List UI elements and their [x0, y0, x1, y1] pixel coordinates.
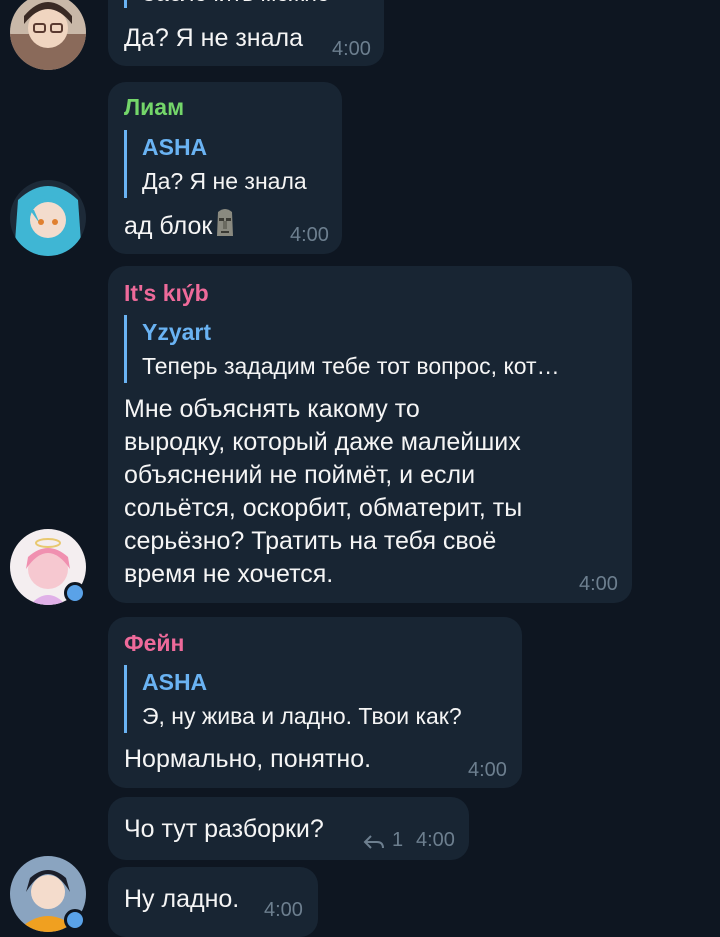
moai-icon: [214, 208, 236, 247]
message-line: серьёзно? Тратить на тебя своё: [124, 527, 497, 555]
message-line: выродку, который даже малейших: [124, 428, 521, 456]
message-text: Мне объяснять какому то выродку, который…: [124, 393, 522, 591]
online-indicator: [64, 582, 86, 604]
message-text: Нормально, понятно.: [124, 745, 372, 773]
message-line: время не хочется.: [124, 560, 334, 588]
message-line: объяснений не поймёт, и если: [124, 461, 476, 489]
message-bubble[interactable]: Ну ладно. 4:00: [108, 867, 318, 937]
message-time: 4:00: [468, 759, 507, 781]
message-time: 4:00: [332, 38, 371, 60]
sender-name[interactable]: Лиам: [124, 94, 184, 121]
sender-name[interactable]: It's kıýb: [124, 280, 209, 307]
message-bubble[interactable]: Заблочить можно Да? Я не знала 4:00: [108, 0, 384, 66]
message-text: Ну ладно.: [124, 885, 240, 913]
reply-quote[interactable]: Заблочить можно: [124, 0, 330, 8]
message-bubble[interactable]: Фейн ASHA Э, ну жива и ладно. Твои как? …: [108, 617, 522, 788]
reply-quote[interactable]: ASHA Да? Я не знала: [124, 130, 307, 198]
message-bubble[interactable]: Лиам ASHA Да? Я не знала ад блок 4:00: [108, 82, 342, 254]
message-bubble[interactable]: It's kıýb Yzyart Теперь зададим тебе тот…: [108, 266, 632, 603]
online-indicator: [64, 909, 86, 931]
reply-sender: Yzyart: [142, 319, 212, 345]
message-time: 4:00: [290, 224, 329, 246]
reply-text: Да? Я не знала: [142, 168, 307, 194]
sender-name[interactable]: Фейн: [124, 630, 184, 657]
message-time: 4:00: [416, 829, 455, 851]
reply-quote[interactable]: ASHA Э, ну жива и ладно. Твои как?: [124, 665, 462, 733]
reply-text: Теперь зададим тебе тот вопрос, кот…: [142, 353, 560, 379]
message-line: сольётся, оскорбит, обматерит, ты: [124, 494, 523, 522]
message-time: 4:00: [264, 899, 303, 921]
reply-text: Заблочить можно: [142, 0, 330, 8]
reply-quote[interactable]: Yzyart Теперь зададим тебе тот вопрос, к…: [124, 315, 560, 383]
reply-sender: ASHA: [142, 134, 208, 160]
reply-arrow-icon[interactable]: [363, 834, 385, 855]
reply-text: Э, ну жива и ладно. Твои как?: [142, 703, 462, 729]
message-time: 4:00: [579, 573, 618, 595]
message-text-content: ад блок: [124, 212, 213, 240]
reply-count[interactable]: 1: [392, 829, 403, 852]
message-bubble[interactable]: Чо тут разборки? 1 4:00: [108, 797, 469, 860]
message-text: Чо тут разборки?: [124, 815, 324, 843]
reply-sender: ASHA: [142, 669, 208, 695]
avatar[interactable]: [10, 180, 86, 256]
message-text: ад блок: [124, 208, 236, 247]
message-line: Мне объяснять какому то: [124, 395, 420, 423]
message-text: Да? Я не знала: [124, 24, 304, 52]
avatar[interactable]: [10, 0, 86, 70]
